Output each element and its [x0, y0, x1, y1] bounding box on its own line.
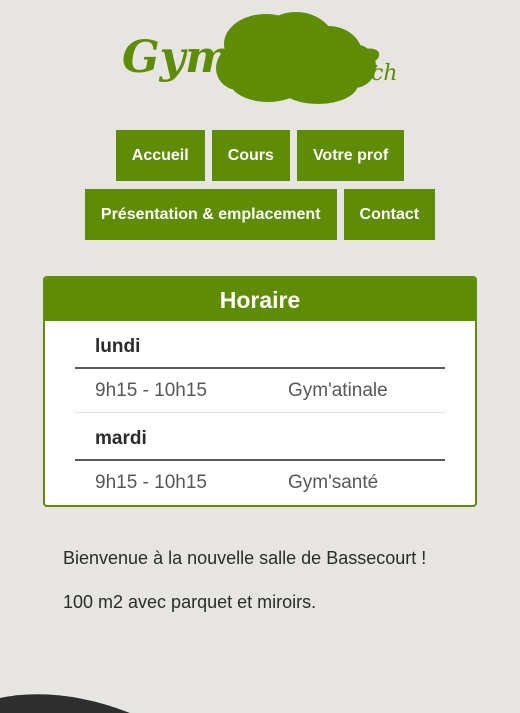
- nav-row-1: Accueil Cours Votre prof: [0, 130, 520, 181]
- nav-votre-prof[interactable]: Votre prof: [296, 130, 405, 181]
- nav-cours[interactable]: Cours: [211, 130, 290, 181]
- day-heading: mardi: [75, 413, 445, 461]
- slot-time: 9h15 - 10h15: [95, 380, 207, 401]
- slot-class[interactable]: Gym'santé: [288, 461, 378, 505]
- schedule-title: Horaire: [45, 278, 475, 321]
- intro-details: 100 m2 avec parquet et miroirs.: [63, 592, 317, 612]
- intro-welcome: Bienvenue à la nouvelle salle de Basseco…: [63, 548, 427, 568]
- nav-contact[interactable]: Contact: [343, 189, 436, 240]
- day-heading: lundi: [75, 321, 445, 369]
- schedule-row: 9h15 - 10h15 Gym'santé: [75, 461, 445, 505]
- logo-text-suffix: .ch: [364, 61, 397, 86]
- schedule-table: lundi 9h15 - 10h15 Gym'atinale mardi 9h1…: [75, 321, 445, 505]
- schedule-row: 9h15 - 10h15 Gym'atinale: [75, 369, 445, 413]
- slot-time: 9h15 - 10h15: [95, 472, 207, 493]
- schedule-panel: Horaire lundi 9h15 - 10h15 Gym'atinale m…: [43, 276, 477, 507]
- slot-class[interactable]: Gym'atinale: [288, 369, 388, 413]
- nav-presentation[interactable]: Présentation & emplacement: [84, 189, 337, 240]
- nav-row-2: Présentation & emplacement Contact: [0, 189, 520, 240]
- nav-accueil[interactable]: Accueil: [115, 130, 205, 181]
- footer-swoosh: [0, 694, 130, 713]
- logo-text-main: Gym'agine: [122, 32, 381, 83]
- site-logo[interactable]: Gym'agine .ch: [118, 6, 408, 111]
